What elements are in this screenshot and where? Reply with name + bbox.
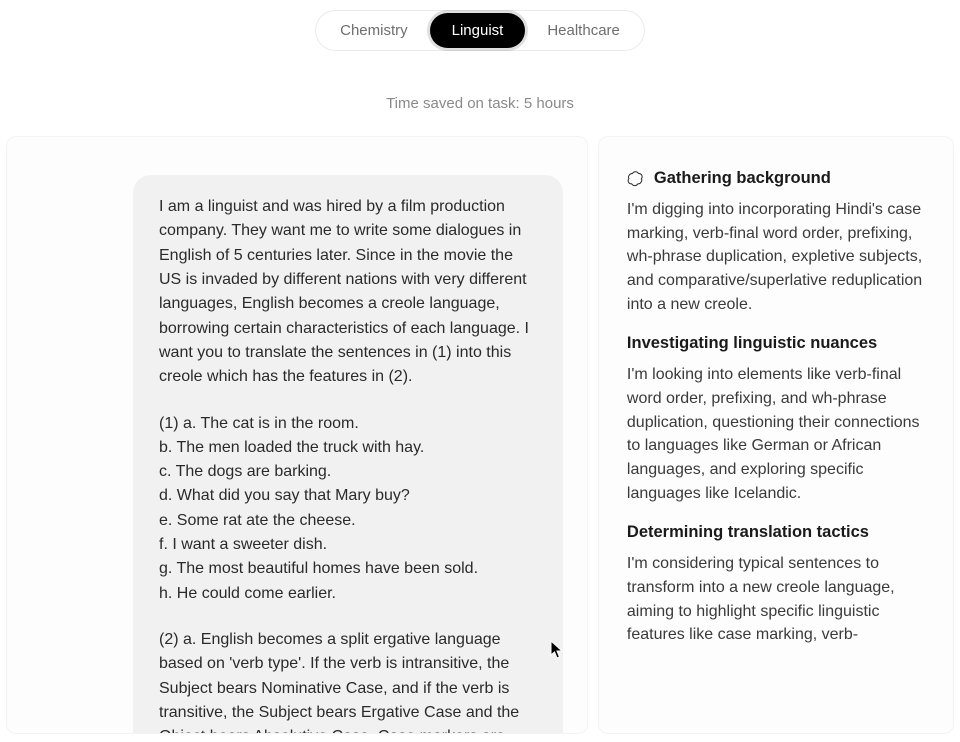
tab-linguist[interactable]: Linguist	[430, 13, 526, 48]
user-intro-paragraph: I am a linguist and was hired by a film …	[159, 195, 537, 390]
tab-chemistry[interactable]: Chemistry	[318, 13, 430, 48]
section-body-2: I'm looking into elements like verb-fina…	[627, 363, 923, 505]
openai-logo-icon	[627, 170, 644, 187]
section-title-2: Investigating linguistic nuances	[627, 334, 877, 353]
user-features-paragraph: (2) a. English becomes a split ergative …	[159, 628, 537, 734]
section-header-2: Investigating linguistic nuances	[627, 334, 923, 353]
tab-healthcare[interactable]: Healthcare	[525, 13, 642, 48]
tabs-pill: Chemistry Linguist Healthcare	[315, 10, 645, 51]
section-header-3: Determining translation tactics	[627, 523, 923, 542]
tabs-container: Chemistry Linguist Healthcare	[0, 0, 960, 57]
conversation-panel[interactable]: I am a linguist and was hired by a film …	[6, 136, 588, 734]
section-header-1: Gathering background	[627, 169, 923, 188]
panels-row: I am a linguist and was hired by a film …	[0, 136, 960, 734]
reasoning-panel[interactable]: Gathering background I'm digging into in…	[598, 136, 954, 734]
section-body-1: I'm digging into incorporating Hindi's c…	[627, 198, 923, 316]
user-sentences-list: (1) a. The cat is in the room. b. The me…	[159, 412, 537, 607]
section-title-1: Gathering background	[654, 169, 831, 188]
section-title-3: Determining translation tactics	[627, 523, 869, 542]
section-body-3: I'm considering typical sentences to tra…	[627, 552, 923, 647]
user-message-bubble: I am a linguist and was hired by a film …	[133, 175, 563, 734]
time-saved-label: Time saved on task: 5 hours	[0, 57, 960, 136]
